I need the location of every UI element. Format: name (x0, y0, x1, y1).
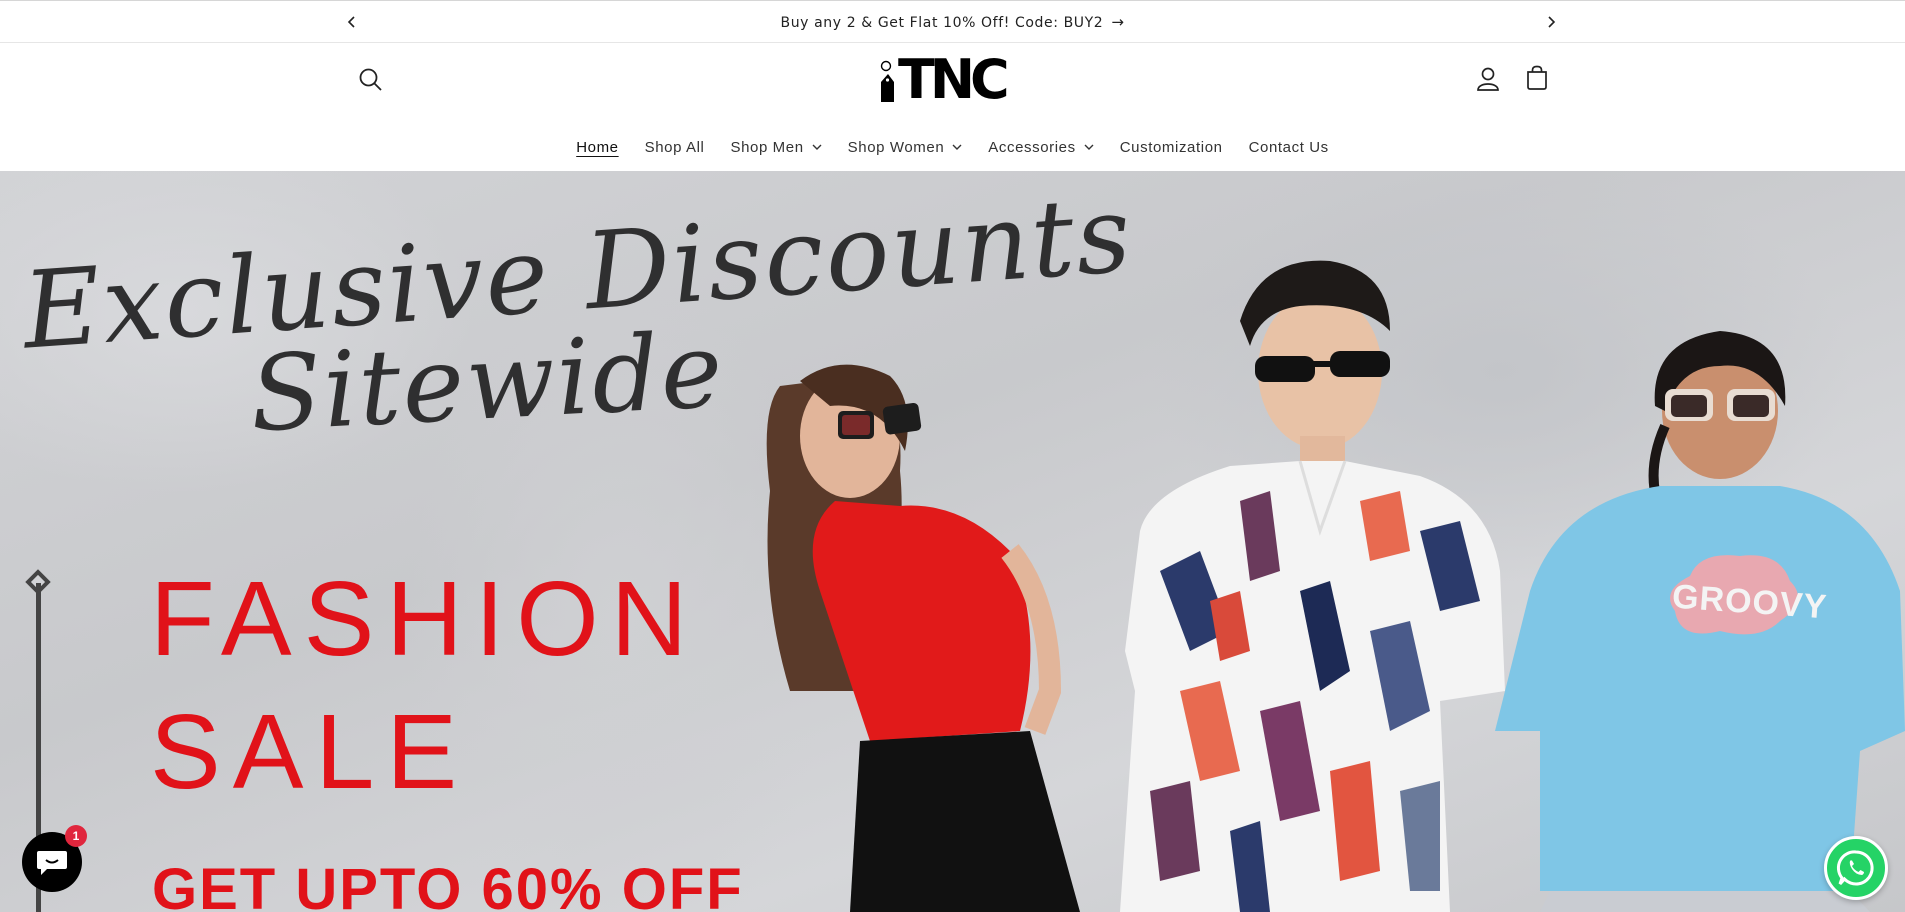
whatsapp-button[interactable] (1824, 836, 1888, 900)
logo-text: TNC (898, 48, 1010, 111)
announcement-next-button[interactable] (1539, 10, 1563, 34)
site-header: TNC Home Shop All Shop Men Shop Women Ac… (0, 43, 1905, 171)
model-woman-red-top (766, 364, 1080, 912)
nav-item-shop-men[interactable]: Shop Men (730, 138, 822, 156)
nav-item-accessories[interactable]: Accessories (988, 138, 1094, 156)
nav-label-contact-us: Contact Us (1248, 138, 1329, 156)
nav-label-accessories: Accessories (988, 138, 1076, 156)
main-navigation: Home Shop All Shop Men Shop Women Access… (0, 135, 1905, 159)
nav-item-shop-women[interactable]: Shop Women (848, 139, 963, 156)
site-logo[interactable]: TNC (878, 52, 1028, 108)
nav-label-customization: Customization (1119, 138, 1223, 156)
chevron-down-icon (812, 144, 822, 150)
nav-label-shop-men: Shop Men (730, 138, 804, 156)
hero-headline-fashion: FASHION (150, 560, 700, 678)
announcement-bar: Buy any 2 & Get Flat 10% Off! Code: BUY2… (0, 0, 1905, 43)
account-icon (1477, 67, 1499, 91)
chevron-down-icon (952, 144, 962, 150)
model-woman-blue-tee (1495, 331, 1905, 912)
chat-unread-badge: 1 (65, 825, 87, 847)
announcement-message[interactable]: Buy any 2 & Get Flat 10% Off! Code: BUY2… (0, 13, 1905, 31)
chevron-down-icon (1084, 144, 1094, 150)
chevron-right-icon (1548, 16, 1556, 28)
cart-icon (1527, 65, 1547, 90)
nav-label-home: Home (576, 138, 619, 156)
nav-label-shop-women: Shop Women (847, 138, 945, 156)
nav-item-customization[interactable]: Customization (1120, 139, 1223, 156)
cart-button[interactable] (1522, 63, 1552, 93)
hero-offer-text: GET UPTO 60% OFF (152, 857, 744, 912)
hero-banner[interactable]: Exclusive Discounts Sitewide FASHION SAL… (0, 171, 1905, 912)
chat-bubble-icon (37, 851, 67, 875)
price-tag-icon (878, 52, 898, 108)
search-icon (359, 68, 382, 91)
search-button[interactable] (356, 65, 386, 95)
whatsapp-icon (1836, 850, 1874, 886)
announcement-text: Buy any 2 & Get Flat 10% Off! Code: BUY2 (780, 15, 1104, 31)
model-man-print-shirt (1120, 260, 1505, 912)
nav-item-home[interactable]: Home (576, 139, 618, 156)
nav-label-shop-all: Shop All (644, 138, 705, 156)
account-button[interactable] (1474, 65, 1502, 93)
nav-item-contact-us[interactable]: Contact Us (1249, 139, 1329, 156)
hero-headline-sale: SALE (150, 693, 470, 811)
hero-script-line-2: Sitewide (247, 308, 728, 456)
nav-item-shop-all[interactable]: Shop All (645, 139, 705, 156)
arrow-right-icon: → (1111, 13, 1125, 31)
